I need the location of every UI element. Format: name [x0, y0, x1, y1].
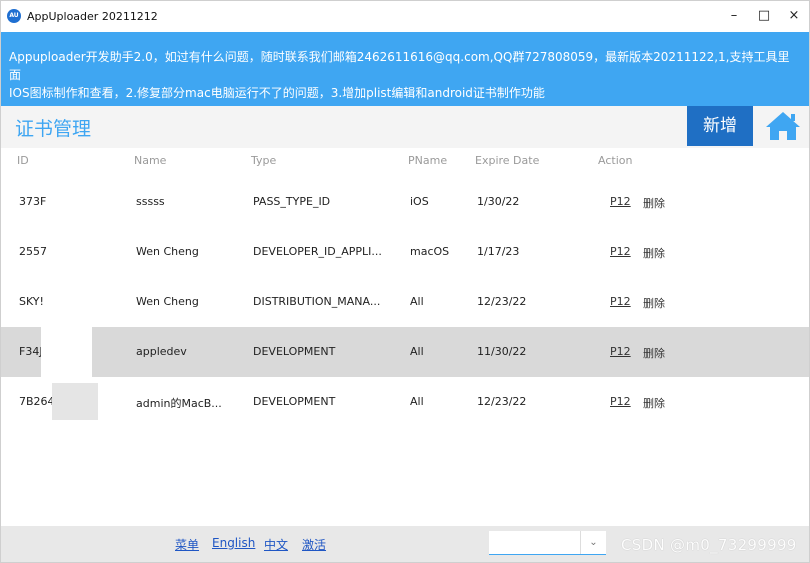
- cell-name: Wen Cheng: [136, 295, 199, 308]
- delete-link[interactable]: 删除: [643, 245, 665, 261]
- column-header-name: Name: [134, 154, 167, 167]
- close-button[interactable]: ×: [779, 1, 809, 31]
- column-header-pname: PName: [408, 154, 448, 167]
- cell-id: SKY!: [19, 295, 44, 308]
- p12-link[interactable]: P12: [610, 345, 631, 358]
- p12-link[interactable]: P12: [610, 395, 631, 408]
- delete-link[interactable]: 删除: [643, 395, 665, 411]
- cell-name: appledev: [136, 345, 187, 358]
- add-button[interactable]: 新增: [687, 106, 753, 146]
- activate-link[interactable]: 激活: [302, 536, 326, 553]
- cell-pname: All: [410, 395, 424, 408]
- p12-link[interactable]: P12: [610, 245, 631, 258]
- notice-banner: Appuploader开发助手2.0，如过有什么问题，随时联系我们邮箱24626…: [1, 32, 809, 106]
- cell-pname: iOS: [410, 195, 429, 208]
- app-logo-icon: AU: [7, 9, 21, 23]
- table-row[interactable]: 373F sssss PASS_TYPE_ID iOS 1/30/22 P12 …: [1, 177, 809, 227]
- delete-link[interactable]: 删除: [643, 295, 665, 311]
- redaction-block: [41, 327, 92, 377]
- window-controls: – □ ×: [719, 1, 809, 31]
- app-window: AU AppUploader 20211212 – □ × Appuploade…: [0, 0, 810, 563]
- delete-link[interactable]: 删除: [643, 195, 665, 211]
- table-row-selected[interactable]: F34J appledev DEVELOPMENT All 11/30/22 P…: [1, 327, 809, 377]
- cell-name: Wen Cheng: [136, 245, 199, 258]
- cell-type: DEVELOPMENT: [253, 345, 336, 358]
- page-header: 证书管理 新增: [1, 106, 809, 148]
- column-header-expire: Expire Date: [475, 154, 540, 167]
- cell-expire: 1/17/23: [477, 245, 520, 258]
- cell-type: PASS_TYPE_ID: [253, 195, 331, 208]
- cell-id: 2557: [19, 245, 47, 258]
- cell-type: DEVELOPMENT: [253, 395, 336, 408]
- dropdown-select[interactable]: ⌄: [489, 531, 606, 555]
- cell-pname: All: [410, 345, 424, 358]
- cell-type: DEVELOPER_ID_APPLI...: [253, 245, 382, 258]
- cell-pname: macOS: [410, 245, 450, 258]
- p12-link[interactable]: P12: [610, 195, 631, 208]
- table-header: ID Name Type PName Expire Date Action: [1, 148, 809, 176]
- column-header-action: Action: [598, 154, 633, 167]
- cell-type: DISTRIBUTION_MANA...: [253, 295, 381, 308]
- cell-pname: All: [410, 295, 424, 308]
- english-link[interactable]: English: [212, 536, 255, 550]
- maximize-button[interactable]: □: [749, 1, 779, 31]
- cell-expire: 11/30/22: [477, 345, 527, 358]
- cell-name: sssss: [136, 195, 165, 208]
- redaction-block: [52, 383, 98, 420]
- cell-expire: 12/23/22: [477, 295, 527, 308]
- bottom-bar: 菜单 English 中文 激活 ⌄ CSDN @m0_73299999: [1, 526, 809, 562]
- cell-expire: 12/23/22: [477, 395, 527, 408]
- column-header-id: ID: [17, 154, 29, 167]
- cell-name: admin的MacB...: [136, 397, 222, 410]
- menu-link[interactable]: 菜单: [175, 536, 199, 553]
- notice-line-2: IOS图标制作和查看，2.修复部分mac电脑运行不了的问题，3.增加plist编…: [9, 86, 545, 100]
- table-row[interactable]: 7B264 admin的MacB... DEVELOPMENT All 12/2…: [1, 377, 809, 427]
- page-title: 证书管理: [15, 118, 92, 140]
- minimize-button[interactable]: –: [719, 1, 749, 31]
- window-title: AppUploader 20211212: [27, 9, 158, 23]
- chevron-down-icon[interactable]: ⌄: [580, 531, 606, 554]
- notice-line-1: Appuploader开发助手2.0，如过有什么问题，随时联系我们邮箱24626…: [9, 50, 790, 82]
- home-icon[interactable]: [763, 109, 803, 143]
- p12-link[interactable]: P12: [610, 295, 631, 308]
- cell-id: F34J: [19, 345, 43, 358]
- cell-id: 373F: [19, 195, 47, 208]
- table-row[interactable]: 2557 Wen Cheng DEVELOPER_ID_APPLI... mac…: [1, 227, 809, 277]
- chinese-link[interactable]: 中文: [264, 536, 288, 553]
- cell-expire: 1/30/22: [477, 195, 520, 208]
- table-row[interactable]: SKY! Wen Cheng DISTRIBUTION_MANA... All …: [1, 277, 809, 327]
- delete-link[interactable]: 删除: [643, 345, 665, 361]
- watermark: CSDN @m0_73299999: [621, 536, 797, 554]
- cell-id: 7B264: [19, 395, 55, 408]
- title-bar: AU AppUploader 20211212 – □ ×: [1, 1, 809, 31]
- column-header-type: Type: [251, 154, 277, 167]
